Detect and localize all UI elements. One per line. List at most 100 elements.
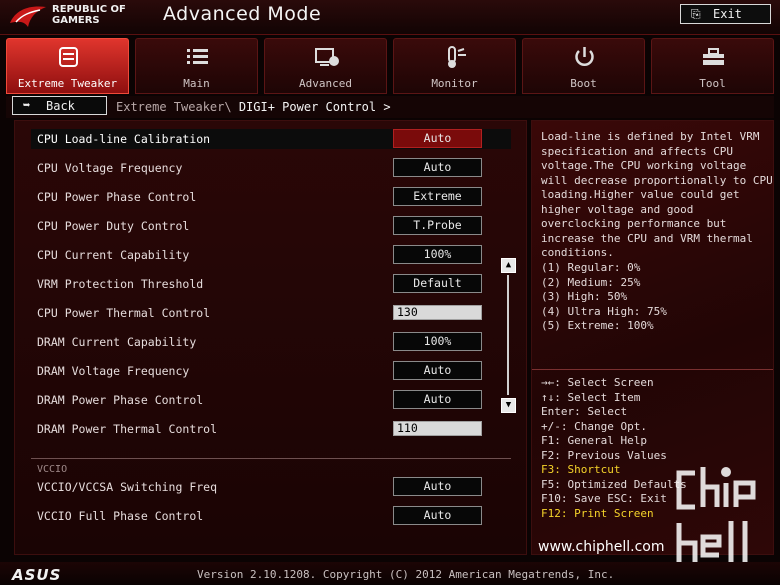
key-hint: F5: Optimized Defaults [541, 477, 687, 491]
tab-main[interactable]: Main [135, 38, 258, 94]
setting-value-dropdown[interactable]: Extreme [393, 187, 482, 206]
chiphell-logo-icon [676, 467, 756, 565]
help-options: (1) Regular: 0% (2) Medium: 25% (3) High… [541, 261, 667, 334]
setting-label: VCCIO Full Phase Control [37, 509, 204, 523]
setting-label: DRAM Voltage Frequency [37, 364, 190, 378]
page-title: Advanced Mode [163, 3, 322, 25]
setting-value-dropdown[interactable]: 100% [393, 332, 482, 351]
breadcrumb-current: DIGI+ Power Control > [238, 100, 391, 114]
tab-label: Advanced [299, 77, 352, 90]
back-arrow-icon: ➥ [23, 98, 31, 112]
setting-label: CPU Power Duty Control [37, 219, 190, 233]
footer-bar: ASUS Version 2.10.1208. Copyright (C) 20… [0, 562, 780, 585]
key-hint-print-screen[interactable]: F12: Print Screen [541, 507, 687, 522]
setting-label: VRM Protection Threshold [37, 277, 204, 291]
tab-boot[interactable]: Boot [522, 38, 645, 94]
tab-tool[interactable]: Tool [651, 38, 774, 94]
help-divider [532, 369, 773, 370]
tab-label: Tool [699, 77, 726, 90]
setting-row-cpu-power-thermal-control[interactable]: CPU Power Thermal Control 130 [31, 303, 511, 323]
setting-value-input[interactable]: 110 [393, 421, 482, 436]
setting-value-dropdown[interactable]: Auto [393, 390, 482, 409]
setting-row-cpu-power-duty-control[interactable]: CPU Power Duty Control T.Probe [31, 216, 511, 236]
setting-value-dropdown[interactable]: Auto [393, 361, 482, 380]
setting-value-dropdown[interactable]: T.Probe [393, 216, 482, 235]
key-hint: F1: General Help [541, 434, 647, 447]
setting-value-dropdown[interactable]: Auto [393, 129, 482, 148]
key-hint: →←: Select Screen [541, 376, 654, 389]
help-option: (5) Extreme: 100% [541, 319, 654, 332]
scroll-track[interactable] [507, 275, 509, 395]
setting-row-cpu-power-phase-control[interactable]: CPU Power Phase Control Extreme [31, 187, 511, 207]
setting-value-dropdown[interactable]: 100% [393, 245, 482, 264]
setting-value-dropdown[interactable]: Default [393, 274, 482, 293]
help-description: Load-line is defined by Intel VRM specif… [541, 130, 773, 259]
version-text: Version 2.10.1208. Copyright (C) 2012 Am… [197, 568, 615, 581]
exit-button[interactable]: ⎘ Exit [680, 4, 771, 24]
setting-label: CPU Current Capability [37, 248, 190, 262]
setting-row-cpu-current-capability[interactable]: CPU Current Capability 100% [31, 245, 511, 265]
setting-value-input[interactable]: 130 [393, 305, 482, 320]
tab-extreme-tweaker[interactable]: Extreme Tweaker [6, 38, 129, 94]
brand-line-1: REPUBLIC OF [52, 4, 126, 15]
key-hint-shortcut[interactable]: F3: Shortcut [541, 463, 687, 478]
setting-label: DRAM Power Phase Control [37, 393, 204, 407]
setting-row-vrm-protection-threshold[interactable]: VRM Protection Threshold Default [31, 274, 511, 294]
breadcrumb-path[interactable]: Extreme Tweaker\ [116, 100, 232, 114]
setting-label: CPU Voltage Frequency [37, 161, 183, 175]
setting-row-dram-power-phase-control[interactable]: DRAM Power Phase Control Auto [31, 390, 511, 410]
help-option: (2) Medium: 25% [541, 275, 641, 289]
tab-label: Main [183, 77, 210, 90]
main-tabs: Extreme Tweaker Main Advanced Monitor Bo… [6, 38, 774, 94]
key-hint: F10: Save ESC: Exit [541, 492, 667, 505]
help-option: (3) High: 50% [541, 290, 628, 303]
toolbox-icon [703, 48, 724, 65]
setting-value-dropdown[interactable]: Auto [393, 506, 482, 525]
back-button[interactable]: ➥ Back [12, 96, 107, 115]
setting-row-cpu-load-line-calibration[interactable]: CPU Load-line Calibration Auto [31, 129, 511, 149]
back-label: Back [46, 99, 75, 113]
tab-advanced[interactable]: Advanced [264, 38, 387, 94]
key-legend: →←: Select Screen ↑↓: Select Item Enter:… [541, 376, 687, 521]
setting-row-dram-power-thermal-control[interactable]: DRAM Power Thermal Control 110 [31, 419, 511, 439]
help-option: (1) Regular: 0% [541, 261, 641, 274]
tab-label: Monitor [431, 77, 478, 90]
setting-value-dropdown[interactable]: Auto [393, 158, 482, 177]
setting-row-dram-voltage-frequency[interactable]: DRAM Voltage Frequency Auto [31, 361, 511, 381]
key-hint: +/-: Change Opt. [541, 419, 647, 433]
breadcrumb-bar: ➥ Back Extreme Tweaker\ DIGI+ Power Cont… [6, 96, 774, 118]
setting-row-vccio-vccsa-switching-freq[interactable]: VCCIO/VCCSA Switching Freq Auto [31, 477, 511, 497]
settings-panel: CPU Load-line Calibration Auto CPU Volta… [14, 120, 527, 555]
help-option: (4) Ultra High: 75% [541, 304, 667, 318]
breadcrumb: Extreme Tweaker\ DIGI+ Power Control > [116, 100, 391, 114]
scroll-up-icon[interactable]: ▲ [501, 258, 516, 273]
monitor-icon [448, 46, 466, 68]
asus-logo: ASUS [12, 566, 62, 584]
section-heading-vccio: VCCIO [37, 464, 68, 475]
setting-label: DRAM Power Thermal Control [37, 422, 218, 436]
advanced-icon [315, 48, 339, 66]
watermark-url: www.chiphell.com [538, 539, 665, 555]
setting-label: VCCIO/VCCSA Switching Freq [37, 480, 218, 494]
tab-monitor[interactable]: Monitor [393, 38, 516, 94]
setting-label: CPU Power Phase Control [37, 190, 197, 204]
setting-label: DRAM Current Capability [37, 335, 197, 349]
exit-door-icon: ⎘ [691, 7, 701, 21]
top-bar: REPUBLIC OF GAMERS Advanced Mode ⎘ Exit [0, 0, 780, 35]
setting-value-dropdown[interactable]: Auto [393, 477, 482, 496]
tab-label: Extreme Tweaker [17, 77, 118, 90]
exit-label: Exit [713, 7, 742, 21]
scroll-down-icon[interactable]: ▼ [501, 398, 516, 413]
list-icon [187, 49, 208, 64]
setting-row-cpu-voltage-frequency[interactable]: CPU Voltage Frequency Auto [31, 158, 511, 178]
scrollbar[interactable]: ▲ ▼ [501, 258, 516, 413]
setting-row-dram-current-capability[interactable]: DRAM Current Capability 100% [31, 332, 511, 352]
brand-line-2: GAMERS [52, 15, 100, 26]
section-divider [31, 458, 511, 459]
power-icon [575, 47, 594, 66]
rog-logo-icon [10, 6, 46, 27]
key-hint: F2: Previous Values [541, 448, 667, 462]
setting-row-vccio-full-phase-control[interactable]: VCCIO Full Phase Control Auto [31, 506, 511, 526]
setting-label: CPU Power Thermal Control [37, 306, 211, 320]
tweaker-icon [59, 47, 78, 67]
